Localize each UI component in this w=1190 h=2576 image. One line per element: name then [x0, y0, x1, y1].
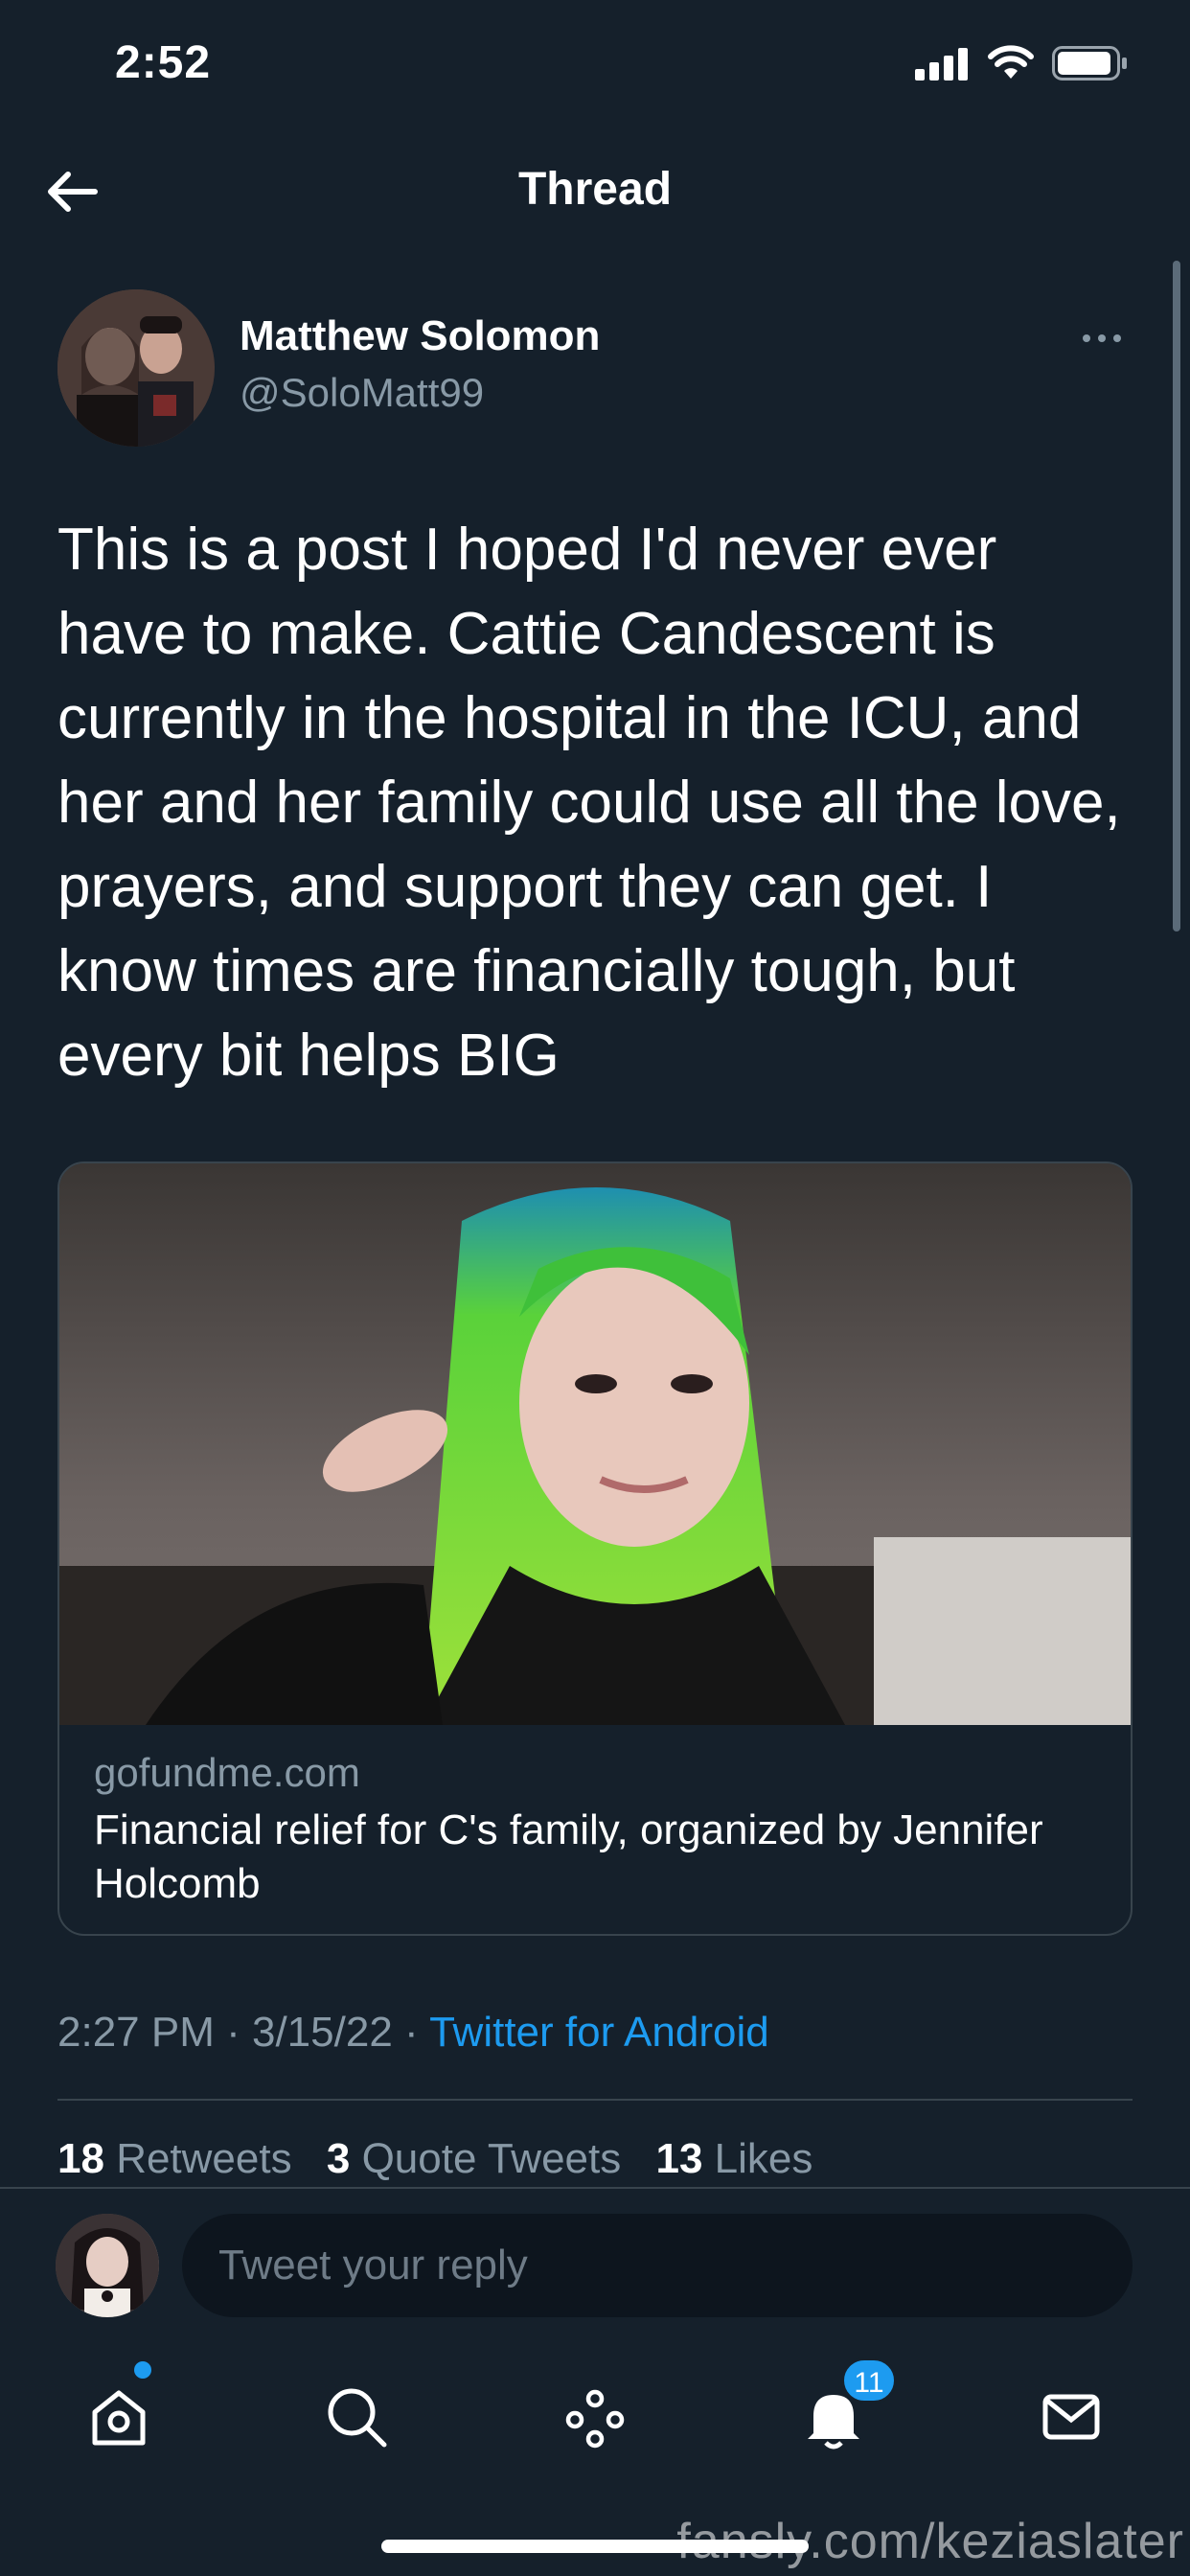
link-card[interactable]: gofundme.com Financial relief for C's fa… — [57, 1162, 1133, 1936]
status-bar: 2:52 — [0, 0, 1190, 134]
watermark: fansly.com/keziaslater — [676, 2514, 1184, 2569]
card-domain: gofundme.com — [94, 1750, 360, 1795]
tab-messages[interactable] — [1033, 2379, 1110, 2455]
home-icon — [92, 2390, 146, 2446]
user-avatar[interactable] — [56, 2214, 159, 2317]
notifications-badge: 11 — [841, 2358, 897, 2404]
quotes-count: 3 — [326, 2135, 351, 2182]
tab-spaces[interactable] — [557, 2379, 633, 2455]
divider — [57, 2099, 1133, 2101]
messages-icon — [1042, 2394, 1100, 2440]
signal-icon — [915, 48, 968, 80]
retweets-label: Retweets — [116, 2135, 292, 2182]
card-title: Financial relief for C's family, organiz… — [94, 1806, 1043, 1907]
author-avatar[interactable] — [57, 289, 215, 447]
retweets-count: 18 — [57, 2135, 104, 2182]
reply-input[interactable] — [182, 2214, 1133, 2317]
tweet-time: 2:27 PM — [57, 2009, 215, 2056]
page-title: Thread — [517, 164, 673, 215]
status-time: 2:52 — [115, 37, 212, 88]
battery-icon — [1052, 46, 1127, 80]
tweet-source-link[interactable]: Twitter for Android — [429, 2009, 769, 2056]
likes-count: 13 — [655, 2135, 703, 2182]
tweet-stats: 18 Retweets 3 Quote Tweets 13 Likes — [57, 2135, 835, 2183]
card-photo — [59, 1163, 1131, 1725]
nav-header: Thread — [0, 144, 1190, 240]
home-new-dot — [134, 2361, 151, 2379]
more-options-button[interactable] — [1083, 324, 1131, 353]
meta-separator: · — [214, 2009, 252, 2056]
quote-tweets-stat[interactable]: 3 Quote Tweets — [327, 2135, 621, 2182]
reply-bar — [0, 2187, 1190, 2317]
card-image — [59, 1163, 1131, 1725]
tweet-date: 3/15/22 — [251, 2009, 393, 2056]
author-handle[interactable]: @SoloMatt99 — [240, 370, 484, 416]
more-horizontal-icon — [1083, 334, 1090, 342]
author-name[interactable]: Matthew Solomon — [240, 312, 600, 360]
tweet-meta: 2:27 PM · 3/15/22 · Twitter for Android — [57, 2009, 769, 2057]
tab-home[interactable] — [80, 2379, 157, 2455]
user-avatar-photo — [56, 2214, 159, 2317]
avatar-photo — [57, 289, 215, 447]
spaces-icon — [565, 2389, 625, 2449]
meta-separator: · — [392, 2009, 430, 2056]
likes-label: Likes — [714, 2135, 813, 2182]
retweets-stat[interactable]: 18 Retweets — [57, 2135, 292, 2182]
likes-stat[interactable]: 13 Likes — [655, 2135, 812, 2182]
quotes-label: Quote Tweets — [361, 2135, 622, 2182]
wifi-icon — [988, 45, 1034, 79]
scrollbar[interactable] — [1173, 261, 1180, 932]
tweet-text: This is a post I hoped I'd never ever ha… — [57, 517, 1121, 1089]
tab-search[interactable] — [318, 2379, 395, 2455]
search-icon — [328, 2388, 387, 2448]
tab-bar — [0, 2340, 1190, 2513]
